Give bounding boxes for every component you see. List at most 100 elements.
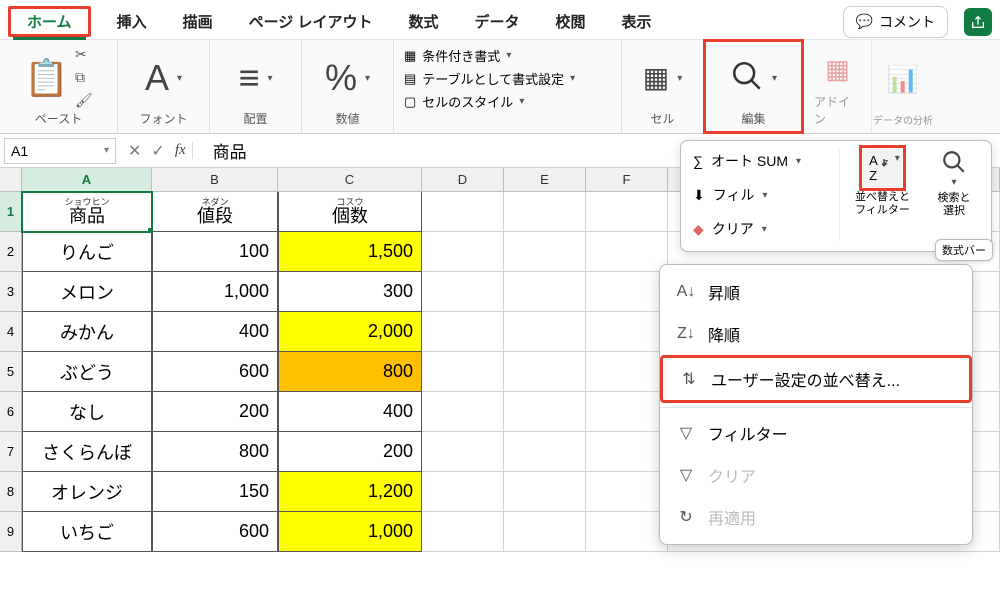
- cell-empty[interactable]: [422, 392, 504, 432]
- cell-empty[interactable]: [586, 432, 668, 472]
- cell-empty[interactable]: [422, 352, 504, 392]
- fill-button[interactable]: ⬇フィル▾: [689, 183, 839, 207]
- row-header[interactable]: 2: [0, 232, 22, 272]
- cell-C6[interactable]: 400: [278, 392, 422, 432]
- analysis-icon[interactable]: 📊: [887, 64, 919, 95]
- cell-A6[interactable]: なし: [22, 392, 152, 432]
- group-editing[interactable]: ▾ 編集: [704, 40, 804, 133]
- col-header-C[interactable]: C: [278, 168, 422, 191]
- tab-data[interactable]: データ: [460, 5, 533, 38]
- cell-A5[interactable]: ぶどう: [22, 352, 152, 392]
- comments-button[interactable]: 💬 コメント: [843, 6, 948, 38]
- tab-draw[interactable]: 描画: [169, 5, 227, 38]
- font-icon[interactable]: A: [145, 60, 169, 96]
- cell-empty[interactable]: [504, 472, 586, 512]
- percent-icon[interactable]: %: [325, 60, 357, 96]
- cell-A9[interactable]: いちご: [22, 512, 152, 552]
- col-header-A[interactable]: A: [22, 168, 152, 191]
- cell-B7[interactable]: 800: [152, 432, 278, 472]
- find-select-button[interactable]: ▾: [941, 149, 967, 188]
- col-header-E[interactable]: E: [504, 168, 586, 191]
- menu-sort-ascending[interactable]: A↓昇順: [660, 271, 972, 313]
- cell-empty[interactable]: [504, 312, 586, 352]
- cell-empty[interactable]: [422, 472, 504, 512]
- cell-empty[interactable]: [422, 192, 504, 232]
- cell-C5[interactable]: 800: [278, 352, 422, 392]
- confirm-icon[interactable]: ✓: [151, 141, 164, 161]
- cell-empty[interactable]: [504, 432, 586, 472]
- cell-C9[interactable]: 1,000: [278, 512, 422, 552]
- cell-C2[interactable]: 1,500: [278, 232, 422, 272]
- cell-A2[interactable]: りんご: [22, 232, 152, 272]
- cell-B4[interactable]: 400: [152, 312, 278, 352]
- cell-empty[interactable]: [504, 192, 586, 232]
- conditional-formatting-button[interactable]: ▦条件付き書式▾: [404, 46, 575, 65]
- cell-B3[interactable]: 1,000: [152, 272, 278, 312]
- cell-empty[interactable]: [422, 312, 504, 352]
- cell-empty[interactable]: [422, 232, 504, 272]
- cell-A1[interactable]: ショウヒン 商品: [22, 192, 152, 232]
- cell-empty[interactable]: [422, 512, 504, 552]
- col-header-B[interactable]: B: [152, 168, 278, 191]
- cells-icon[interactable]: ▦: [643, 64, 669, 92]
- name-box[interactable]: A1 ▾: [4, 138, 116, 164]
- addin-icon[interactable]: ▦: [825, 54, 850, 85]
- cell-B9[interactable]: 600: [152, 512, 278, 552]
- copy-icon[interactable]: ⧉: [75, 69, 93, 86]
- menu-sort-descending[interactable]: Z↓降順: [660, 313, 972, 355]
- chevron-down-icon[interactable]: ▾: [177, 73, 182, 84]
- clear-button[interactable]: ◆クリア▾: [689, 217, 839, 241]
- tab-home[interactable]: ホーム: [13, 8, 86, 40]
- cell-empty[interactable]: [586, 392, 668, 432]
- tab-page-layout[interactable]: ページ レイアウト: [235, 5, 387, 38]
- fill-handle[interactable]: [148, 228, 152, 232]
- format-as-table-button[interactable]: ▤テーブルとして書式設定▾: [404, 69, 575, 88]
- row-header[interactable]: 8: [0, 472, 22, 512]
- find-icon[interactable]: [730, 59, 764, 98]
- cell-B5[interactable]: 600: [152, 352, 278, 392]
- cell-B6[interactable]: 200: [152, 392, 278, 432]
- cell-empty[interactable]: [586, 312, 668, 352]
- cell-empty[interactable]: [586, 232, 668, 272]
- format-painter-icon[interactable]: 🖌: [75, 92, 93, 109]
- col-header-D[interactable]: D: [422, 168, 504, 191]
- tab-formulas[interactable]: 数式: [394, 5, 452, 38]
- cell-A8[interactable]: オレンジ: [22, 472, 152, 512]
- tab-insert[interactable]: 挿入: [103, 5, 161, 38]
- formula-input[interactable]: 商品: [201, 138, 247, 163]
- chevron-down-icon[interactable]: ▾: [267, 73, 272, 84]
- row-header[interactable]: 4: [0, 312, 22, 352]
- cancel-icon[interactable]: ✕: [128, 141, 141, 161]
- paste-icon[interactable]: 📋: [24, 60, 69, 96]
- chevron-down-icon[interactable]: ▾: [772, 73, 777, 84]
- col-header-F[interactable]: F: [586, 168, 668, 191]
- row-header[interactable]: 7: [0, 432, 22, 472]
- cell-C7[interactable]: 200: [278, 432, 422, 472]
- cell-empty[interactable]: [504, 232, 586, 272]
- select-all-corner[interactable]: [0, 168, 22, 191]
- cell-B1[interactable]: ネダン値段: [152, 192, 278, 232]
- row-header[interactable]: 3: [0, 272, 22, 312]
- chevron-down-icon[interactable]: ▾: [365, 73, 370, 84]
- cell-empty[interactable]: [586, 512, 668, 552]
- cell-C8[interactable]: 1,200: [278, 472, 422, 512]
- row-header[interactable]: 6: [0, 392, 22, 432]
- row-header-1[interactable]: 1: [0, 192, 22, 232]
- cell-empty[interactable]: [586, 192, 668, 232]
- cell-A4[interactable]: みかん: [22, 312, 152, 352]
- cut-icon[interactable]: ✂︎: [75, 46, 93, 63]
- cell-C4[interactable]: 2,000: [278, 312, 422, 352]
- row-header[interactable]: 5: [0, 352, 22, 392]
- menu-filter[interactable]: ▽フィルター: [660, 412, 972, 454]
- autosum-button[interactable]: ∑オート SUM▾: [689, 149, 839, 173]
- tab-review[interactable]: 校閲: [542, 5, 600, 38]
- fx-icon[interactable]: fx: [175, 142, 193, 159]
- menu-custom-sort[interactable]: ⇅ユーザー設定の並べ替え...: [660, 355, 972, 403]
- share-button[interactable]: [964, 8, 992, 36]
- tab-view[interactable]: 表示: [608, 5, 666, 38]
- align-icon[interactable]: ≡: [238, 60, 259, 96]
- cell-B8[interactable]: 150: [152, 472, 278, 512]
- cell-C3[interactable]: 300: [278, 272, 422, 312]
- cell-C1[interactable]: コスウ個数: [278, 192, 422, 232]
- row-header[interactable]: 9: [0, 512, 22, 552]
